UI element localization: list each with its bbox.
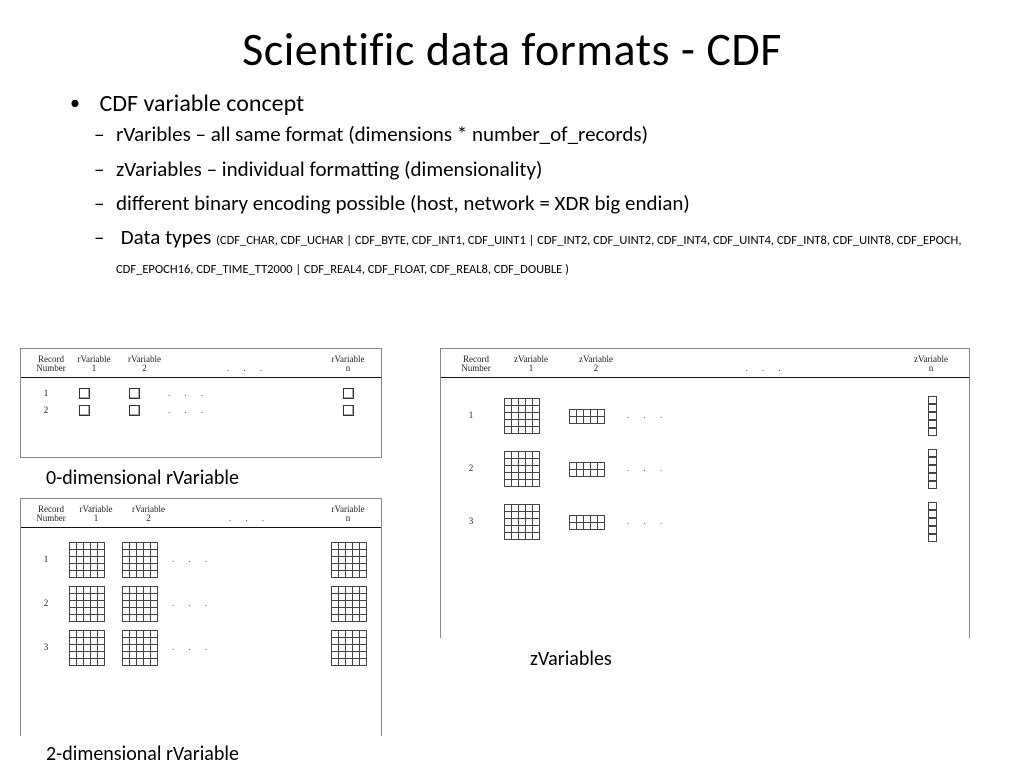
slide-title: Scientific data formats - CDF: [0, 22, 1024, 78]
bullet-main: CDF variable concept rVaribles – all sam…: [70, 88, 964, 280]
diagram-zvariables: Record Number zVariable 1 zVariable 2 . …: [440, 348, 970, 638]
bullet-sub1: rVaribles – all same format (dimensions …: [94, 120, 964, 148]
bullet-sub2: zVariables – individual formatting (dime…: [94, 155, 964, 183]
diagram-2d-rvariable: Record Number rVariable 1 rVariable 2 . …: [20, 498, 382, 736]
bullet-sub4: Data types (CDF_CHAR, CDF_UCHAR | CDF_BY…: [94, 223, 964, 280]
bullet-sub3: different binary encoding possible (host…: [94, 189, 964, 217]
diagram-0d-rvariable: Record Number rVariable 1 rVariable 2 . …: [20, 348, 382, 458]
caption-2d: 2-dimensional rVariable: [46, 742, 239, 766]
caption-0d: 0-dimensional rVariable: [46, 466, 239, 490]
caption-z: zVariables: [530, 647, 612, 671]
bullet-list: CDF variable concept rVaribles – all sam…: [70, 88, 964, 280]
